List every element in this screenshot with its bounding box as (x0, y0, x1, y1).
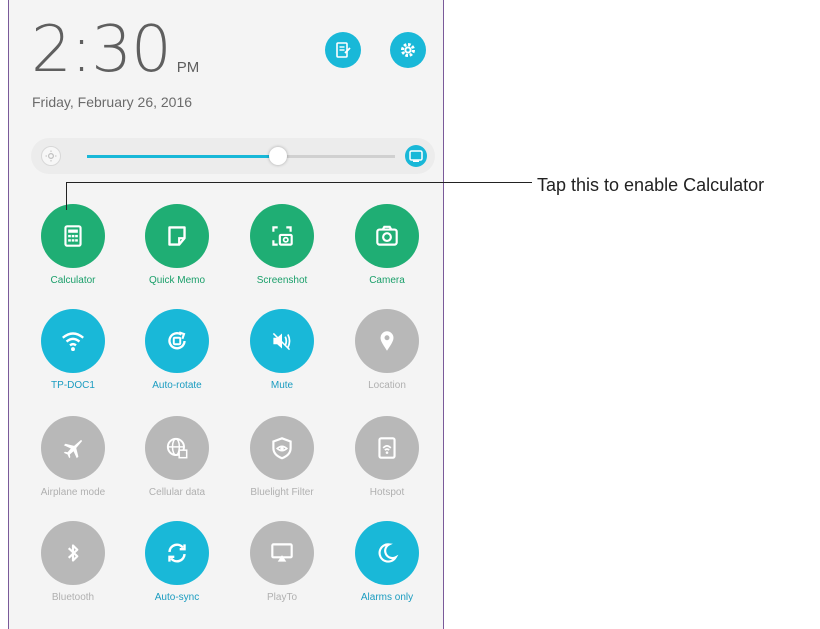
screenshot-toggle[interactable] (250, 204, 314, 268)
camera-toggle[interactable] (355, 204, 419, 268)
edit-quick-settings-button[interactable] (325, 32, 361, 68)
auto-rotate-icon (168, 331, 186, 350)
tile-label: Mute (270, 380, 294, 391)
tile-wifi[interactable]: TP-DOC1 (23, 309, 123, 391)
edit-list-icon (336, 42, 351, 58)
tile-bluelight-filter[interactable]: Bluelight Filter (232, 416, 332, 498)
bluetooth-icon (67, 544, 79, 562)
callout-line-vertical (66, 182, 67, 210)
alarms-only-toggle[interactable] (355, 521, 419, 585)
calculator-toggle[interactable] (41, 204, 105, 268)
quick-memo-toggle[interactable] (145, 204, 209, 268)
clock-ampm: PM (176, 59, 200, 76)
cellular-data-icon (166, 437, 188, 459)
gear-icon (401, 43, 415, 57)
playto-icon (271, 543, 293, 562)
quick-settings-panel: 2:30 PM Friday, February 26, 2016 Calcul… (8, 0, 444, 629)
tile-label: TP-DOC1 (51, 380, 95, 391)
tile-screenshot[interactable]: Screenshot (232, 204, 332, 286)
bluelight-filter-toggle[interactable] (250, 416, 314, 480)
alarms-only-icon (378, 543, 399, 563)
tile-label: Airplane mode (40, 487, 106, 498)
tile-mute[interactable]: Mute (232, 309, 332, 391)
auto-sync-toggle[interactable] (145, 521, 209, 585)
tile-label: Location (368, 380, 406, 391)
quick-memo-icon (168, 226, 186, 246)
wifi-icon (62, 332, 84, 352)
tile-label: PlayTo (266, 592, 297, 603)
bluelight-filter-icon (272, 437, 292, 460)
mute-toggle[interactable] (250, 309, 314, 373)
tile-label: Screenshot (256, 275, 308, 286)
tile-hotspot[interactable]: Hotspot (337, 416, 437, 498)
tile-label: Camera (369, 275, 405, 286)
tile-label: Bluelight Filter (250, 487, 314, 498)
mute-icon (272, 332, 291, 351)
callout-text: Tap this to enable Calculator (537, 175, 765, 195)
tile-airplane[interactable]: Airplane mode (23, 416, 123, 498)
location-icon (380, 331, 394, 351)
tile-label: Bluetooth (51, 592, 95, 603)
brightness-sun-icon (41, 146, 61, 166)
hotspot-toggle[interactable] (355, 416, 419, 480)
brightness-slider-knob[interactable] (268, 147, 287, 165)
wifi-toggle[interactable] (41, 309, 105, 373)
location-toggle[interactable] (355, 309, 419, 373)
tile-label: Quick Memo (148, 275, 206, 286)
tile-label: Hotspot (369, 487, 405, 498)
airplane-toggle[interactable] (41, 416, 105, 480)
auto-brightness-button[interactable] (405, 145, 427, 167)
clock-time: 2:30 (31, 13, 172, 87)
tile-auto-sync[interactable]: Auto-sync (127, 521, 227, 603)
tile-camera[interactable]: Camera (337, 204, 437, 286)
playto-toggle[interactable] (250, 521, 314, 585)
date-label: Friday, February 26, 2016 (32, 94, 193, 110)
tile-cellular-data[interactable]: Cellular data (127, 416, 227, 498)
settings-button[interactable] (390, 32, 426, 68)
camera-icon (376, 225, 398, 246)
tile-label: Alarms only (360, 592, 414, 603)
brightness-bar (31, 138, 435, 174)
auto-brightness-icon (409, 150, 423, 162)
tile-location[interactable]: Location (337, 309, 437, 391)
tile-bluetooth[interactable]: Bluetooth (23, 521, 123, 603)
callout-line-horizontal (66, 182, 532, 183)
brightness-slider-fill (87, 155, 278, 158)
cellular-data-toggle[interactable] (145, 416, 209, 480)
bluetooth-toggle[interactable] (41, 521, 105, 585)
clock: 2:30 PM (31, 18, 199, 82)
tile-quick-memo[interactable]: Quick Memo (127, 204, 227, 286)
calculator-icon (64, 225, 82, 247)
airplane-icon (63, 439, 83, 459)
tile-playto[interactable]: PlayTo (232, 521, 332, 603)
auto-sync-icon (168, 543, 186, 563)
screenshot-icon (272, 226, 293, 246)
tile-alarms-only[interactable]: Alarms only (337, 521, 437, 603)
tile-calculator[interactable]: Calculator (23, 204, 123, 286)
tile-label: Auto-rotate (152, 380, 202, 391)
auto-rotate-toggle[interactable] (145, 309, 209, 373)
hotspot-icon (378, 437, 396, 459)
tile-label: Calculator (50, 275, 96, 286)
tile-auto-rotate[interactable]: Auto-rotate (127, 309, 227, 391)
brightness-slider[interactable] (87, 147, 395, 165)
tile-label: Auto-sync (154, 592, 200, 603)
tile-label: Cellular data (148, 487, 206, 498)
